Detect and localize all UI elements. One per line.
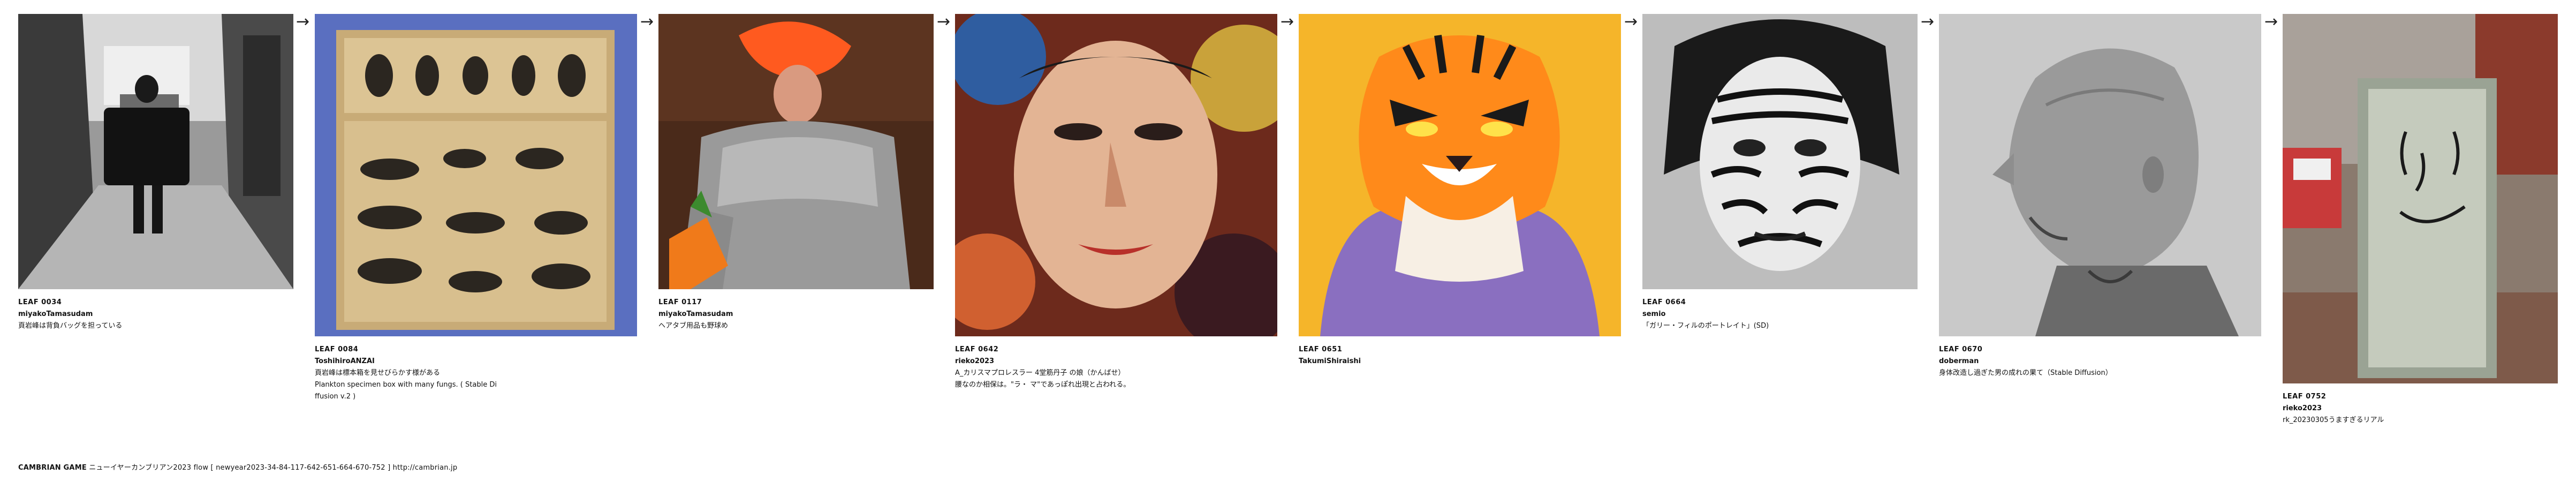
leaf-card-0664[interactable]: LEAF 0664 semio 「ガリー・フィルのポートレイト」(SD) (1642, 14, 1918, 332)
leaf-title: 身体改造し過ぎた男の成れの果て（Stable Diffusion） (1939, 369, 2112, 377)
leaf-image-street-photo[interactable] (18, 14, 293, 289)
leaf-image-zebra-face[interactable] (1642, 14, 1918, 289)
leaf-author[interactable]: semio (1642, 308, 1918, 320)
leaf-id: LEAF 0084 (315, 345, 359, 353)
leaf-image-bald-man[interactable] (1939, 14, 2261, 336)
leaf-id: LEAF 0670 (1939, 345, 1983, 353)
leaf-id: LEAF 0642 (955, 345, 999, 353)
leaf-title: 頁岩峰は標本箱を見せびらかす様がある Plankton specimen box… (315, 369, 497, 401)
leaf-author[interactable]: TakumiShiraishi (1299, 356, 1621, 367)
leaf-title: ヘアタブ用品も野球め (658, 322, 729, 330)
leaf-card-0670[interactable]: LEAF 0670 doberman 身体改造し過ぎた男の成れの果て（Stabl… (1939, 14, 2261, 379)
arrow-right-icon: → (2264, 12, 2278, 31)
leaf-card-0642[interactable]: LEAF 0642 rieko2023 A_カリスマプロレスラー 4堂筋丹子 の… (955, 14, 1277, 391)
arrow-right-icon: → (1281, 12, 1294, 31)
zebra-face-icon (1642, 14, 1918, 289)
smiley-board-icon (2283, 14, 2558, 383)
leaf-card-0117[interactable]: LEAF 0117 miyakoTamasudam ヘアタブ用品も野球め (658, 14, 934, 332)
leaf-author[interactable]: rieko2023 (955, 356, 1277, 367)
leaf-id: LEAF 0752 (2283, 393, 2327, 401)
leaf-id: LEAF 0651 (1299, 345, 1343, 353)
leaf-card-0084[interactable]: LEAF 0084 ToshihiroANZAI 頁岩峰は標本箱を見せびらかす様… (315, 14, 637, 403)
leaf-id: LEAF 0664 (1642, 298, 1686, 306)
leaf-title: A_カリスマプロレスラー 4堂筋丹子 の娘（かんばせ） 腰なのか相保は。"ラ・ … (955, 369, 1131, 389)
arrow-right-icon: → (296, 12, 310, 31)
page-footer: CAMBRIAN GAME ニューイヤーカンブリアン2023 flow [ ne… (18, 462, 457, 472)
arrow-right-icon: → (937, 12, 951, 31)
footer-brand: CAMBRIAN GAME (18, 464, 87, 472)
leaf-id: LEAF 0034 (18, 298, 62, 306)
leaf-author[interactable]: miyakoTamasudam (658, 308, 934, 320)
leaf-author[interactable]: doberman (1939, 356, 2261, 367)
leaf-author[interactable]: rieko2023 (2283, 403, 2558, 415)
street-photo-icon (18, 14, 293, 289)
leaf-image-painted-face[interactable] (955, 14, 1277, 336)
leaf-title: 頁岩峰は背負バッグを担っている (18, 322, 123, 330)
armor-carrot-icon (658, 14, 934, 289)
leaf-title: 「ガリー・フィルのポートレイト」(SD) (1642, 322, 1769, 330)
leaf-card-0651[interactable]: LEAF 0651 TakumiShiraishi (1299, 14, 1621, 367)
leaf-image-armor-carrot[interactable] (658, 14, 934, 289)
leaf-author[interactable]: ToshihiroANZAI (315, 356, 637, 367)
leaf-image-specimen-box[interactable] (315, 14, 637, 336)
leaf-title: rk_20230305うますぎるリアル (2283, 416, 2384, 424)
specimen-box-icon (315, 14, 637, 336)
leaf-image-smiley-board[interactable] (2283, 14, 2558, 383)
tiger-icon (1299, 14, 1621, 336)
leaf-image-tiger[interactable] (1299, 14, 1621, 336)
leaf-card-0034[interactable]: LEAF 0034 miyakoTamasudam 頁岩峰は背負バッグを担ってい… (18, 14, 293, 332)
arrow-right-icon: → (1921, 12, 1935, 31)
leaf-author[interactable]: miyakoTamasudam (18, 308, 293, 320)
leaf-id: LEAF 0117 (658, 298, 702, 306)
footer-flow-text[interactable]: ニューイヤーカンブリアン2023 flow [ newyear2023-34-8… (89, 464, 457, 472)
leaf-card-0752[interactable]: LEAF 0752 rieko2023 rk_20230305うますぎるリアル (2283, 14, 2558, 426)
arrow-right-icon: → (640, 12, 654, 31)
painted-face-icon (955, 14, 1277, 336)
arrow-right-icon: → (1624, 12, 1638, 31)
bald-man-icon (1939, 14, 2261, 336)
